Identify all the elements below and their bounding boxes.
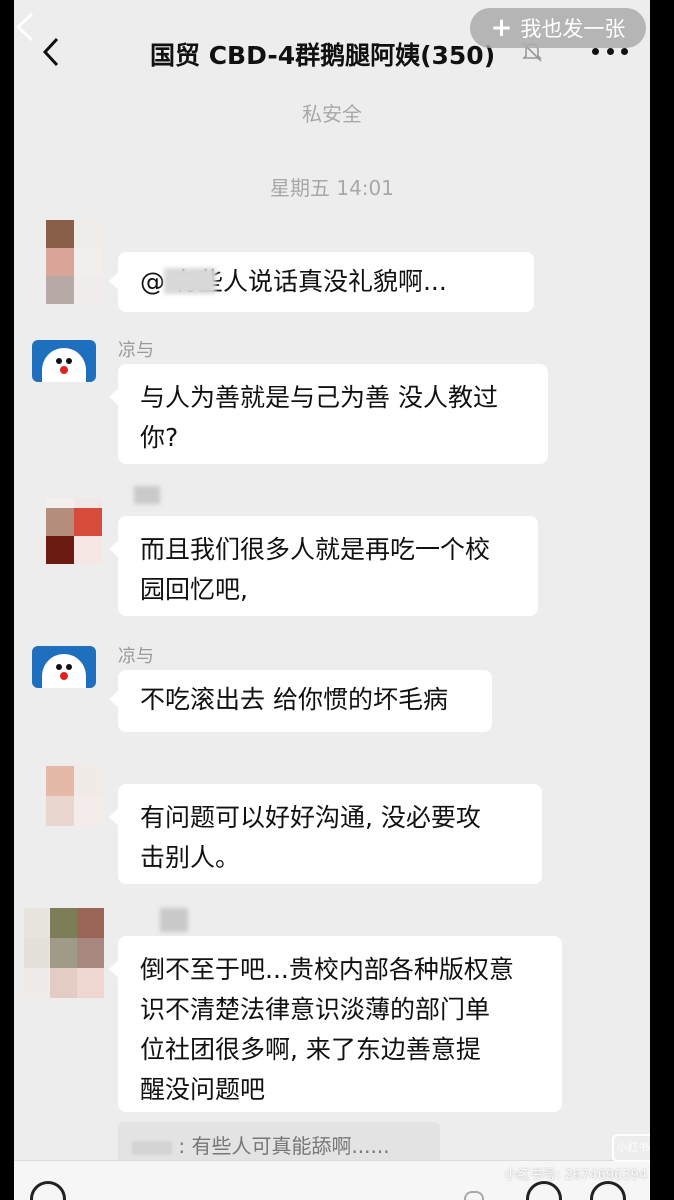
redacted-sender-name: [134, 486, 160, 504]
message-bubble[interactable]: 而且我们很多人就是再吃一个校 园回忆吧,: [109, 516, 538, 616]
system-notice: 私安全: [302, 102, 362, 126]
scroll-to-bottom-icon[interactable]: [464, 1191, 484, 1200]
message-text-line: 识不清楚法律意识淡薄的部门单: [140, 995, 491, 1024]
back-arrow-icon: [42, 37, 59, 67]
sender-name: 凉与: [118, 340, 154, 361]
message-text-line: 位社团很多啊, 来了东边善意提: [140, 1035, 481, 1064]
chat-screen: 国贸 CBD-4群鹅腿阿姨(350) + 我也发一张 私安全 星期五 14:01…: [14, 0, 650, 1200]
message-text-line: 与人为善就是与己为善 没人教过: [140, 383, 498, 412]
system-back-icon[interactable]: [14, 12, 36, 42]
message-bubble[interactable]: 有问题可以好好沟通, 没必要攻 击别人。: [109, 784, 542, 884]
watermark-text: 小红书号: 2674696394: [504, 1168, 648, 1183]
message-text: 不吃滚出去 给你惯的坏毛病: [140, 685, 448, 714]
back-button[interactable]: [36, 34, 66, 70]
share-button[interactable]: + 我也发一张: [470, 8, 646, 48]
redacted-quote-name: [132, 1140, 172, 1155]
avatar[interactable]: [46, 498, 102, 582]
more-dots-icon: [592, 47, 599, 55]
share-button-label: 我也发一张: [520, 17, 626, 41]
sender-name: 凉与: [118, 646, 154, 667]
avatar[interactable]: [46, 766, 102, 826]
redacted-mention: [164, 268, 216, 294]
redacted-sender-name: [160, 908, 188, 932]
avatar[interactable]: [32, 340, 96, 382]
quoted-message-text: : 有些人可真能舔啊......: [178, 1134, 390, 1158]
chat-title: 国贸 CBD-4群鹅腿阿姨(350): [150, 41, 496, 70]
avatar[interactable]: [46, 220, 102, 304]
message-bubble[interactable]: 与人为善就是与己为善 没人教过 你?: [109, 364, 548, 464]
add-icon[interactable]: [590, 1181, 626, 1200]
avatar[interactable]: [32, 646, 96, 688]
emoji-icon[interactable]: [526, 1181, 562, 1200]
message-text-line: 你?: [140, 423, 179, 452]
message-bubble[interactable]: 倒不至于吧...贵校内部各种版权意 识不清楚法律意识淡薄的部门单 位社团很多啊,…: [109, 936, 562, 1112]
message-text-line: 醒没问题吧: [140, 1075, 266, 1104]
avatar[interactable]: [24, 908, 104, 998]
watermark-logo: 小红书: [612, 1134, 650, 1162]
message-text-line: 有问题可以好好沟通, 没必要攻: [140, 803, 481, 832]
message-text-line: 园回忆吧,: [140, 575, 248, 604]
message-text-line: 而且我们很多人就是再吃一个校: [140, 535, 491, 564]
message-text-line: 击别人。: [140, 843, 241, 872]
timestamp: 星期五 14:01: [270, 176, 394, 200]
message-bubble[interactable]: 不吃滚出去 给你惯的坏毛病: [109, 670, 492, 732]
message-text-line: 倒不至于吧...贵校内部各种版权意: [140, 955, 514, 984]
plus-icon: +: [490, 13, 513, 43]
voice-icon[interactable]: [30, 1181, 66, 1200]
